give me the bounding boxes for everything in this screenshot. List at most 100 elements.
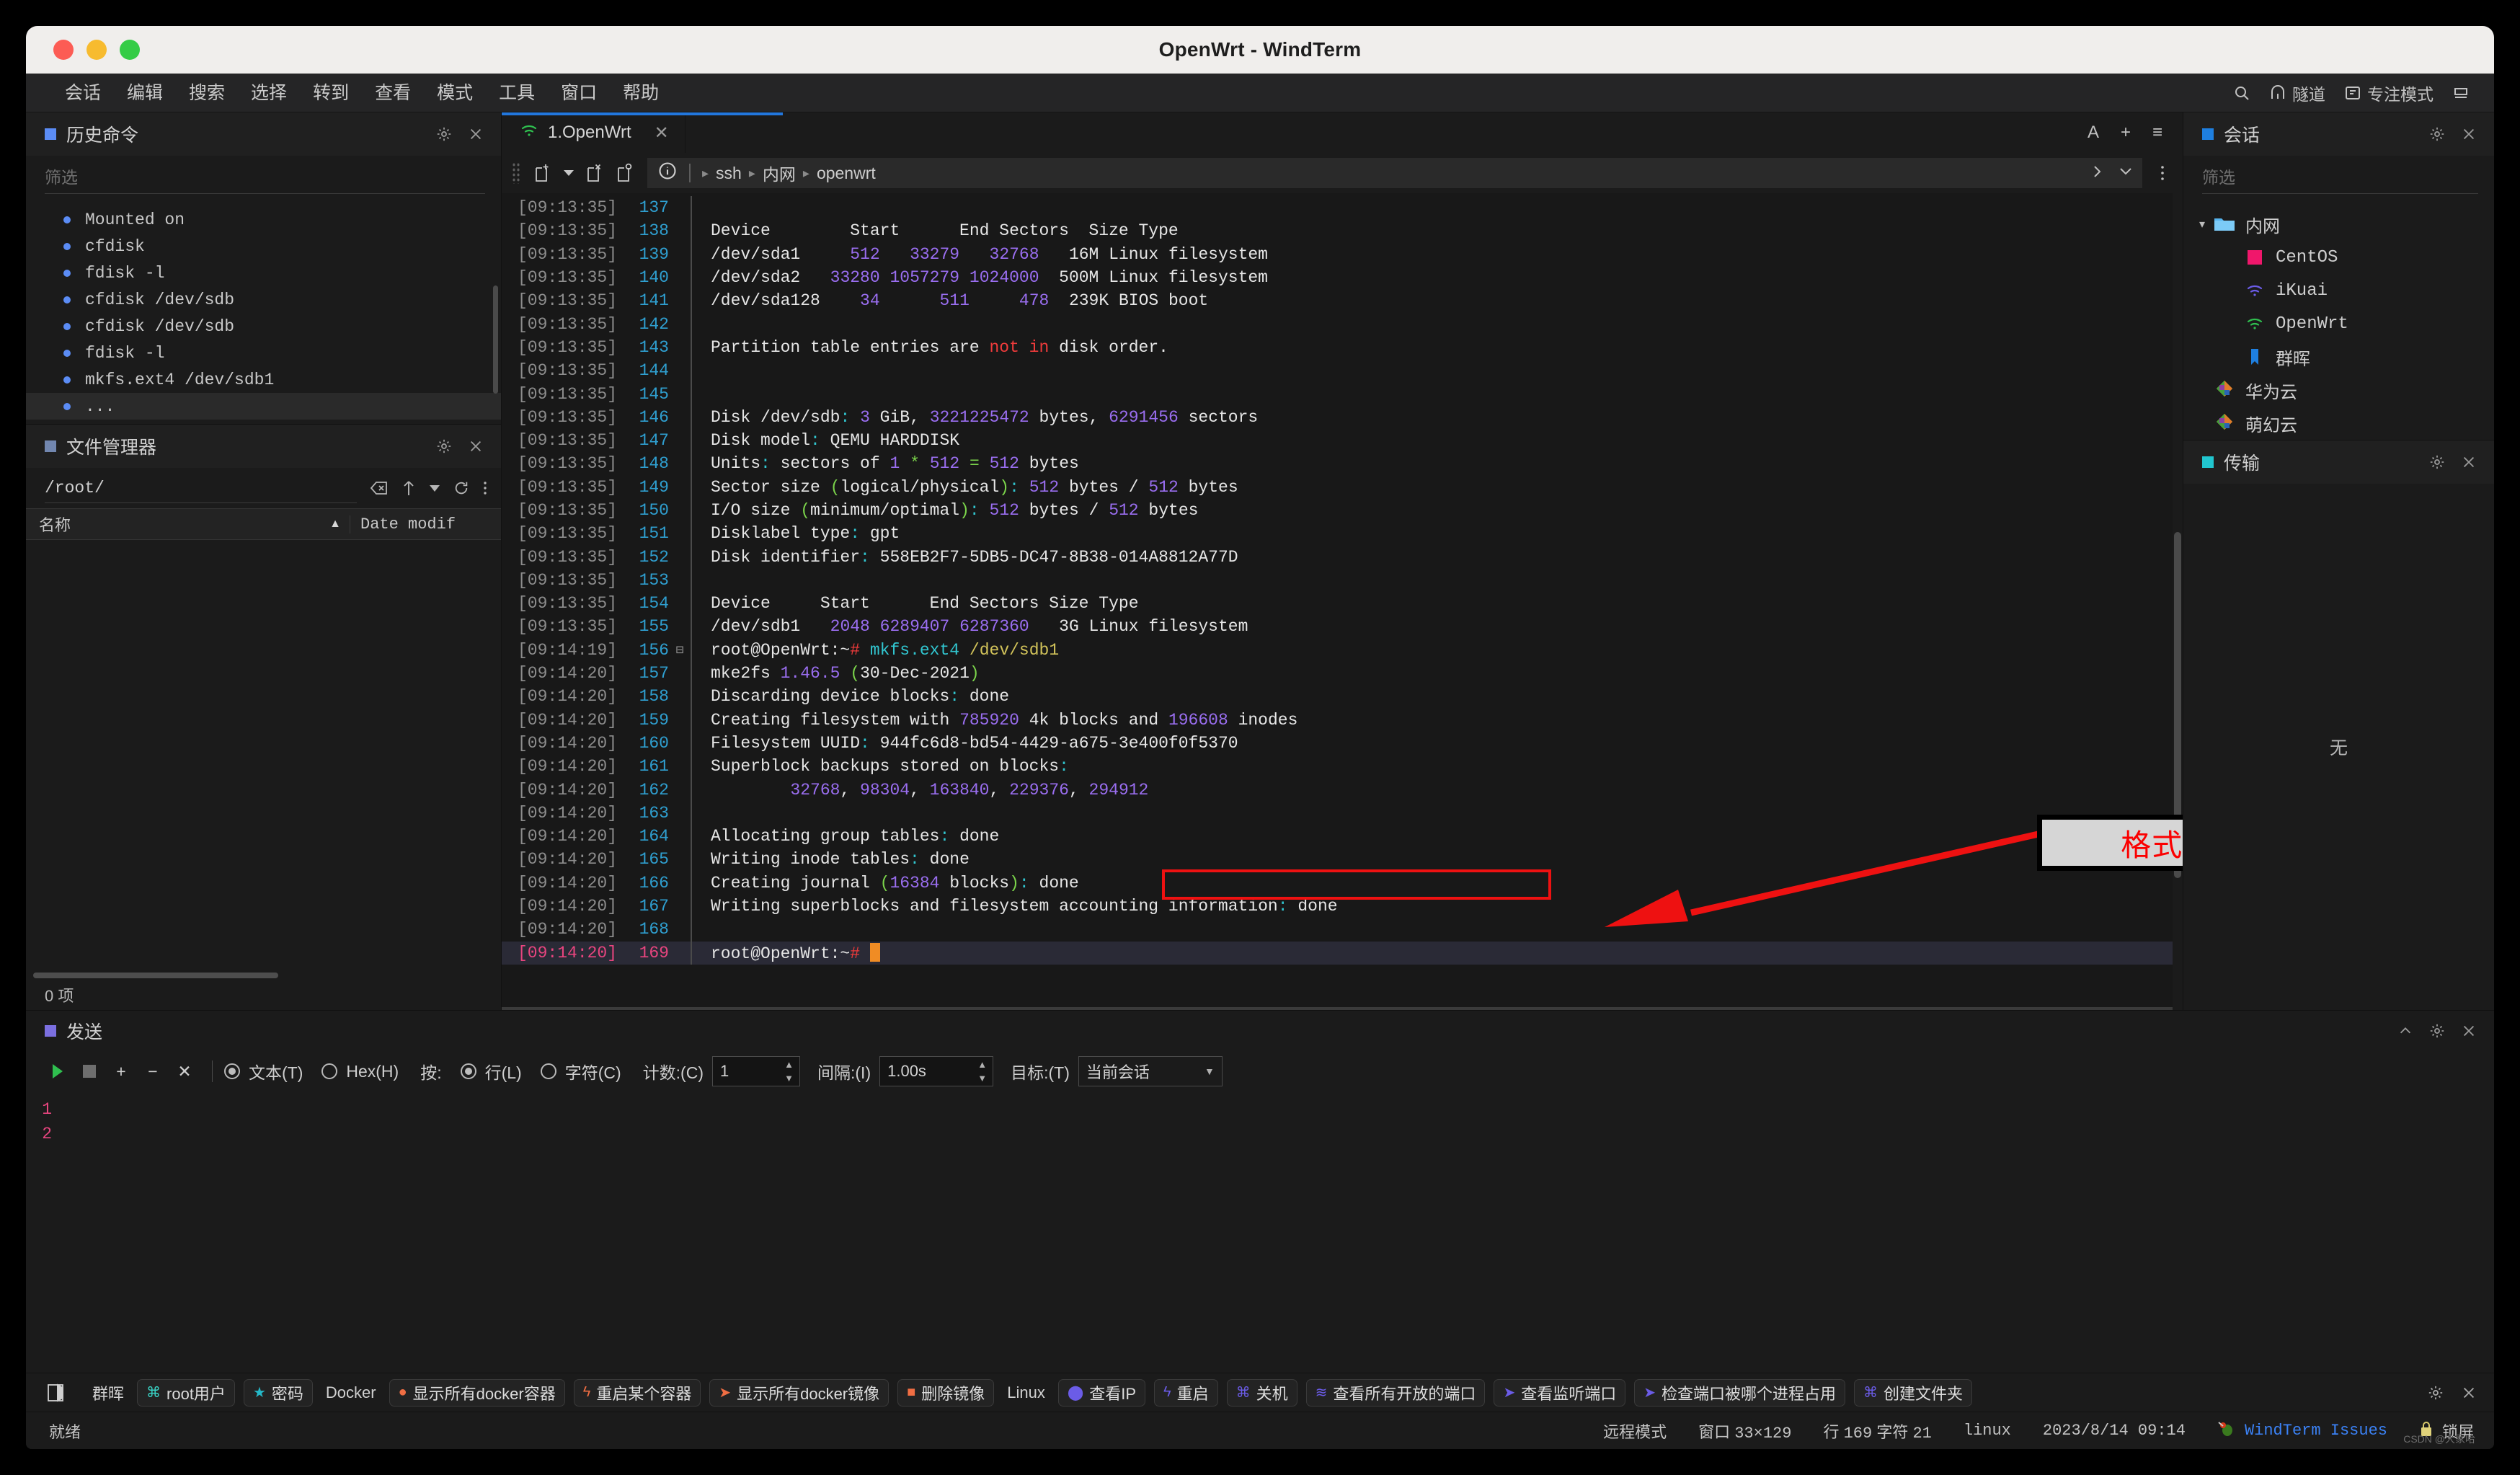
quick-command-button[interactable]: ⬤ 查看IP xyxy=(1057,1378,1146,1407)
sidebar-item-huaweicloud[interactable]: 华为云 xyxy=(2183,373,2494,407)
status-os[interactable]: linux xyxy=(1964,1422,2011,1440)
collapse-icon[interactable] xyxy=(2397,1023,2413,1039)
chevron-down-icon[interactable] xyxy=(429,484,440,492)
session-tree[interactable]: ▾ 内网 CentOS iKuai OpenWrt 群晖 华为云 萌幻云 xyxy=(2183,200,2494,440)
column-header-date[interactable]: Date modif xyxy=(350,515,501,533)
quick-command-button[interactable]: ⌘ root用户 xyxy=(137,1378,235,1407)
gear-icon[interactable] xyxy=(2429,126,2445,142)
refresh-icon[interactable] xyxy=(453,480,469,496)
quick-command-button[interactable]: ➤ 查看监听端口 xyxy=(1494,1378,1626,1407)
file-manager-hscrollbar[interactable] xyxy=(26,971,501,980)
close-icon[interactable] xyxy=(2461,1385,2477,1401)
sidebar-item-menghuancloud[interactable]: 萌幻云 xyxy=(2183,407,2494,440)
stepper-down-icon[interactable]: ▼ xyxy=(977,1073,987,1083)
menu-view[interactable]: 查看 xyxy=(362,74,424,112)
quick-command-button[interactable]: ≋ 查看所有开放的端口 xyxy=(1305,1378,1486,1407)
status-cursor-position[interactable]: 行 169 字符 21 xyxy=(1823,1419,1931,1443)
history-filter-input[interactable] xyxy=(45,162,485,194)
sidebar-item-synology[interactable]: 群晖 xyxy=(2183,340,2494,373)
new-session-icon[interactable] xyxy=(529,162,556,184)
info-icon[interactable] xyxy=(657,161,678,185)
duplicate-session-icon[interactable] xyxy=(611,162,639,184)
send-remove-button[interactable]: − xyxy=(137,1062,169,1081)
count-stepper[interactable]: 1 ▲ ▼ xyxy=(712,1056,800,1086)
menu-goto[interactable]: 转到 xyxy=(300,74,362,112)
radio-by-char[interactable]: 字符(C) xyxy=(540,1059,621,1084)
menu-window[interactable]: 窗口 xyxy=(548,74,610,112)
list-item[interactable]: ... xyxy=(26,393,501,420)
drag-handle[interactable] xyxy=(512,162,520,184)
quick-command-button[interactable]: ■ 删除镜像 xyxy=(897,1378,995,1407)
close-icon[interactable] xyxy=(2461,126,2477,142)
breadcrumb-segment-openwrt[interactable]: openwrt xyxy=(817,164,876,183)
interval-stepper[interactable]: 1.00s ▲ ▼ xyxy=(879,1056,994,1086)
search-icon[interactable] xyxy=(2233,84,2250,102)
parent-directory-icon[interactable] xyxy=(401,479,416,497)
file-manager-path-input[interactable]: /root/ xyxy=(45,473,357,503)
target-select[interactable]: 当前会话 ▼ xyxy=(1078,1056,1223,1086)
focus-mode-button[interactable]: 专注模式 xyxy=(2344,81,2434,105)
breadcrumb-expand-icon[interactable] xyxy=(2119,164,2132,183)
history-command-list[interactable]: Mounted on cfdisk fdisk -l cfdisk /dev/s… xyxy=(26,200,501,424)
status-remote-mode[interactable]: 远程模式 xyxy=(1603,1419,1667,1443)
status-issues-link[interactable]: WindTerm Issues xyxy=(2217,1420,2387,1442)
close-icon[interactable] xyxy=(2461,1023,2477,1039)
stepper-up-icon[interactable]: ▲ xyxy=(784,1060,794,1069)
chevron-down-icon[interactable]: ▾ xyxy=(2192,217,2212,231)
sessions-filter-input[interactable] xyxy=(2202,162,2478,194)
chevron-down-icon[interactable] xyxy=(559,169,578,177)
tab-openwrt[interactable]: 1.OpenWrt ✕ xyxy=(502,112,686,153)
close-icon[interactable] xyxy=(468,126,484,142)
new-tab-button[interactable]: + xyxy=(2121,123,2131,143)
quick-command-button[interactable]: ϟ 重启 xyxy=(1154,1378,1218,1407)
gear-icon[interactable] xyxy=(436,126,452,142)
quick-command-button[interactable]: ● 显示所有docker容器 xyxy=(389,1378,565,1407)
send-play-button[interactable] xyxy=(42,1063,74,1080)
menu-tools[interactable]: 工具 xyxy=(486,74,548,112)
breadcrumb-segment-network[interactable]: 内网 xyxy=(763,161,796,185)
close-session-icon[interactable] xyxy=(581,162,608,184)
tab-close-icon[interactable]: ✕ xyxy=(655,123,669,143)
send-editor-textarea[interactable] xyxy=(58,1091,2494,1373)
sidebar-item-centos[interactable]: CentOS xyxy=(2183,241,2494,274)
send-editor[interactable]: 1 2 xyxy=(26,1091,2494,1373)
radio-by-line[interactable]: 行(L) xyxy=(460,1059,522,1084)
list-item[interactable]: cfdisk /dev/sdb xyxy=(26,286,501,313)
sidebar-item-ikuai[interactable]: iKuai xyxy=(2183,274,2494,307)
quick-command-button[interactable]: ⌘ 关机 xyxy=(1226,1378,1297,1407)
terminal-output[interactable]: [09:13:35] 137 [09:13:35] 138 Device Start E… xyxy=(502,193,2183,1010)
quick-command-button[interactable]: ➤ 显示所有docker镜像 xyxy=(709,1378,889,1407)
list-item[interactable]: Mounted on xyxy=(26,206,501,233)
list-item[interactable]: fdisk -l xyxy=(26,260,501,286)
sidebar-item-openwrt[interactable]: OpenWrt xyxy=(2183,307,2494,340)
menu-session[interactable]: 会话 xyxy=(52,74,114,112)
gear-icon[interactable] xyxy=(2429,1023,2445,1039)
breadcrumb-segment-ssh[interactable]: ssh xyxy=(716,164,742,183)
list-item[interactable]: cfdisk xyxy=(26,233,501,260)
quick-command-button[interactable]: ⌘ 创建文件夹 xyxy=(1854,1378,1973,1407)
more-options-icon[interactable] xyxy=(482,479,488,497)
close-icon[interactable] xyxy=(2461,454,2477,470)
menu-search[interactable]: 搜索 xyxy=(176,74,238,112)
send-add-button[interactable]: + xyxy=(105,1062,137,1081)
send-stop-button[interactable] xyxy=(74,1065,105,1078)
tunnel-button[interactable]: 隧道 xyxy=(2269,81,2325,105)
minimize-icon[interactable] xyxy=(2452,84,2470,102)
gear-icon[interactable] xyxy=(2429,454,2445,470)
session-group-intranet[interactable]: ▾ 内网 xyxy=(2183,208,2494,241)
menu-edit[interactable]: 编辑 xyxy=(114,74,176,112)
status-window-size[interactable]: 窗口 33×129 xyxy=(1698,1419,1791,1443)
stepper-down-icon[interactable]: ▼ xyxy=(784,1073,794,1083)
breadcrumb-next-icon[interactable] xyxy=(2092,164,2103,183)
session-more-icon[interactable] xyxy=(2155,164,2170,182)
menu-mode[interactable]: 模式 xyxy=(424,74,486,112)
quick-command-button[interactable]: ★ 密码 xyxy=(243,1378,313,1407)
quick-command-button[interactable]: ➤ 检查端口被哪个进程占用 xyxy=(1634,1378,1845,1407)
list-item[interactable]: mkfs.ext4 /dev/sdb1 xyxy=(26,366,501,393)
gear-icon[interactable] xyxy=(2428,1385,2444,1401)
tab-menu-button[interactable]: ≡ xyxy=(2152,123,2162,143)
terminal-fold-toggle[interactable]: ⊟ xyxy=(669,642,691,658)
column-header-name[interactable]: 名称 ▲ xyxy=(26,513,350,536)
breadcrumb[interactable]: ▸ ssh ▸ 内网 ▸ openwrt xyxy=(647,158,2142,188)
radio-hex-mode[interactable]: Hex(H) xyxy=(321,1062,399,1081)
